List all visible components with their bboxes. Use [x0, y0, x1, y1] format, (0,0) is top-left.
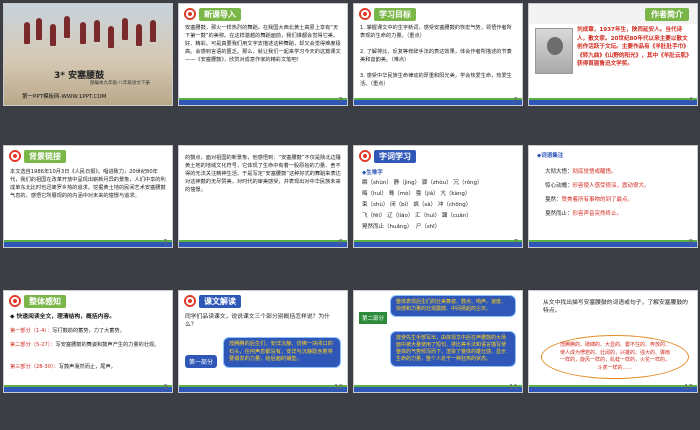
target-icon — [8, 294, 22, 308]
slide-heading: 作者简介 — [645, 8, 689, 21]
slide-number: 11 — [509, 383, 518, 391]
part-label: 第二部分 — [358, 311, 389, 325]
question-text: 同学们品读课文，说说课文三个部分别概括怎样说？为什么？ — [185, 314, 330, 328]
slide-7-thumbnail[interactable]: 字词学习 ◆生难字 瞬（shùn） 静（jìng） 骤（zhòu） 冗（rǒng… — [353, 145, 523, 248]
author-bio: 刘成章，1937年生，陕西延安人。当代诗人，散文家。20世纪80年代以来主要以散… — [577, 27, 689, 67]
slide-heading: 整体感知 — [24, 295, 66, 308]
slide-9-thumbnail[interactable]: 整体感知 ◆ 快速阅读全文，理清结构，概括内容。 第一部分（1-4）：写打鼓前的… — [3, 290, 173, 393]
slide-number: 7 — [513, 238, 518, 246]
part-3: 第三部分（28-30）：写鼓声戛然而止，尾声。 — [10, 364, 116, 370]
target-icon — [183, 7, 197, 21]
slide-11-thumbnail[interactable]: 第二部分 整体表现后生们的壮美舞姿、鼓点、响声、速度、快感和力量的壮观震撼、中间… — [353, 290, 523, 393]
target-icon — [183, 294, 197, 308]
section-label: ◆词语集注 — [537, 153, 564, 159]
cover-subtitle: 部编本九年级·八年级语文下册 — [90, 81, 150, 86]
slide-heading: 背景链接 — [24, 150, 66, 163]
part-1: 第一部分（1-4）：写打鼓前的蓄势，力了大蓄势。 — [10, 328, 125, 334]
slide-text: 本文选自1986年10月3日《人民日报》。唱进致力，20世纪80年代，我们的祖国… — [10, 169, 166, 199]
slide-number: 6 — [338, 238, 343, 246]
vocab-row: 晃然而止（huǎng） 尸（shī） — [362, 224, 441, 230]
slide-number: 5 — [163, 238, 168, 246]
entry: 惊心动魄：形容使人感受很深，震动很大。 — [545, 183, 650, 189]
slide-heading: 新课导入 — [199, 8, 241, 21]
part-2: 第二部分（5-27）：写安塞腰鼓的舞姿和鼓声产生的力量的壮观。 — [10, 342, 160, 348]
cover-footer: 第一PPT模板网-WWW.1PPT.COM — [22, 94, 107, 100]
slide-number: 2 — [338, 96, 343, 104]
slide-number: 3 — [513, 96, 518, 104]
objective-1: 1. 掌握课文中的生字新词，感受安塞腰鼓的恢宏气势，领悟作者所表现的生命的力量。… — [360, 25, 512, 39]
slide-number: 12 — [684, 383, 693, 391]
entry: 戛然：赞美着所有事物的到了最点。 — [545, 197, 634, 203]
slide-8-thumbnail[interactable]: ◆词语集注 大彻大悟：彻底觉悟或醒悟。 惊心动魄：形容使人感受很深，震动很大。 … — [528, 145, 698, 248]
vocab-row: 飞（fēi） 辽（liáo） 汇（huì） 蹿（cuān） — [362, 213, 472, 219]
slide-6-thumbnail[interactable]: 的鼓点，面对祖国的新景象，他感悟到：“安塞腰鼓”不仅是陕北边陲黄土地的地域文化符… — [178, 145, 348, 248]
part-label: 第一部分 — [185, 355, 218, 368]
slide-heading: 字词学习 — [374, 150, 416, 163]
slide-number: 10 — [334, 383, 343, 391]
vocab-row: 晦（huì） 蓦（mò） 戛（jiá） 亢（kàng） — [362, 191, 471, 197]
slide-5-thumbnail[interactable]: 背景链接 本文选自1986年10月3日《人民日报》。唱进致力，20世纪80年代，… — [3, 145, 173, 248]
target-icon — [358, 7, 372, 21]
lead-text: ◆ 快速阅读全文，理清结构，概括内容。 — [10, 314, 116, 320]
dancers-photo — [4, 14, 172, 74]
objective-3: 3. 感受中华民族生命律动的厚重和阳光美，学会热爱生命，热爱生活。（重点） — [360, 73, 512, 87]
slide-1-thumbnail[interactable]: 3* 安塞腰鼓 部编本九年级·八年级语文下册 第一PPT模板网-WWW.1PPT… — [3, 3, 173, 106]
summary-bubble: 整体表现后生们的壮美舞姿、鼓点、响声、速度、快感和力量的壮观震撼、中间扬起的尘灰… — [390, 295, 516, 317]
entry: 戛然而止：形容声音突然终止。 — [545, 211, 623, 217]
vocab-row: 束（shù） 闭（bì） 飒（sà） 冲（chōng） — [362, 202, 472, 208]
vocab-row: 瞬（shùn） 静（jìng） 骤（zhòu） 冗（rǒng） — [362, 180, 483, 186]
slide-text: 的鼓点，面对祖国的新景象，他感悟到：“安塞腰鼓”不仅是陕北边陲黄土地的地域文化符… — [185, 155, 341, 193]
question-text: 从文中找出描写安塞腰鼓的词语或句子，了解安塞腰鼓的特点。 — [543, 300, 688, 314]
slide-text: 安塞腰鼓，那火一样热烈的舞蹈，在我国大西北黄土高原上享有“天下第一鼓”的美称。在… — [185, 25, 341, 63]
slide-3-thumbnail[interactable]: 学习目标 1. 掌握课文中的生字新词，感受安塞腰鼓的恢宏气势，领悟作者所表现的生… — [353, 3, 523, 106]
answer-bubble: 茂腾腾的后生们，安详沉静、仿佛一块闭口的石头，任何声息都没有，安详与沉静隐含着将… — [223, 337, 341, 368]
slide-10-thumbnail[interactable]: 课文解读 同学们品读课文，说说课文三个部分别概括怎样说？为什么？ 第一部分 茂腾… — [178, 290, 348, 393]
slide-grid: 3* 安塞腰鼓 部编本九年级·八年级语文下册 第一PPT模板网-WWW.1PPT… — [0, 0, 700, 430]
objective-2: 2. 了解排比、反复等修辞手法的表达效果，体会作者所描述的节奏美和音韵美。（难点… — [360, 49, 512, 63]
target-icon — [358, 149, 372, 163]
slide-4-thumbnail[interactable]: 作者简介 刘成章，1937年生，陕西延安人。当代诗人，散文家。20世纪80年代以… — [528, 3, 698, 106]
slide-2-thumbnail[interactable]: 新课导入 安塞腰鼓，那火一样热烈的舞蹈，在我国大西北黄土高原上享有“天下第一鼓”… — [178, 3, 348, 106]
target-icon — [8, 149, 22, 163]
entry: 大彻大悟：彻底觉悟或醒悟。 — [545, 169, 617, 175]
analysis-bubble: 放使先生手部写出，由体现文中后在声腰鼓的大场面中被大量使用了短句、排比等手法和语… — [390, 331, 516, 367]
author-portrait — [535, 28, 573, 74]
answer-oval: 茂腾腾的、磅礴的、大显的、霎不住的、奔放的、使人成为愣若的、壮阔的，兴雄的、强大… — [541, 335, 689, 379]
slide-12-thumbnail[interactable]: 从文中找出描写安塞腰鼓的词语或句子，了解安塞腰鼓的特点。 茂腾腾的、磅礴的、大显… — [528, 290, 698, 393]
slide-heading: 学习目标 — [374, 8, 416, 21]
slide-number: 9 — [163, 383, 168, 391]
slide-number: 4 — [688, 96, 693, 104]
slide-number: 8 — [688, 238, 693, 246]
slide-heading: 课文解读 — [199, 295, 241, 308]
section-label: ◆生难字 — [362, 170, 383, 176]
